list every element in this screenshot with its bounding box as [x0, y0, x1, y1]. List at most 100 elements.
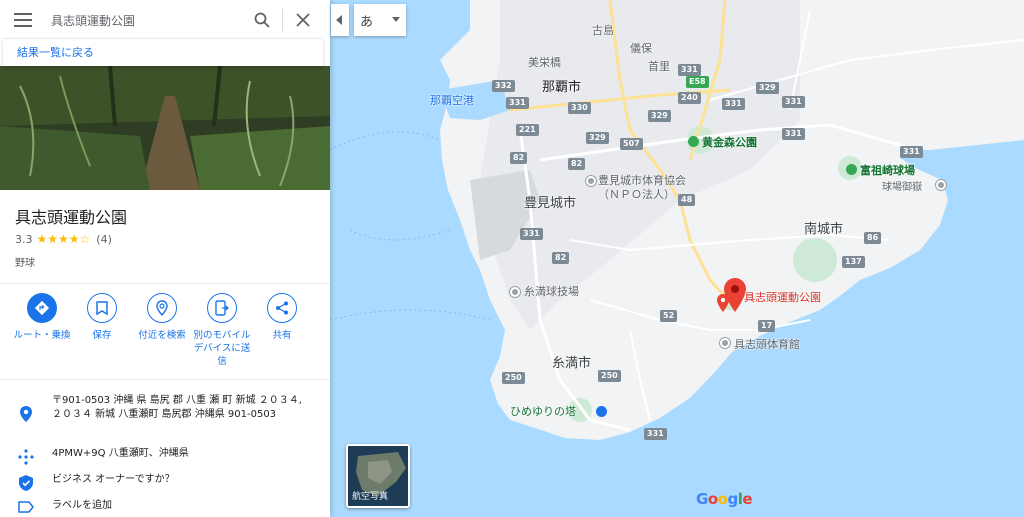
- park-pin-koganemori[interactable]: [688, 136, 699, 147]
- route-shield: 240: [678, 92, 701, 104]
- claim-business-row[interactable]: ビジネス オーナーですか？: [0, 473, 330, 491]
- label-nanjo[interactable]: 南城市: [804, 218, 843, 237]
- poi-pin-himeyuri[interactable]: [596, 406, 607, 417]
- google-logo: Google: [696, 490, 753, 508]
- label-himeyuri[interactable]: ひめゆりの塔: [510, 403, 576, 419]
- poi-pin-itoman-field[interactable]: [510, 287, 520, 297]
- add-label-row[interactable]: ラベルを追加: [0, 499, 330, 513]
- label-koganemori[interactable]: 黄金森公園: [702, 134, 757, 150]
- label-shuri[interactable]: 首里: [648, 58, 670, 74]
- claim-business-text: ビジネス オーナーですか？: [52, 474, 175, 485]
- label-selected-park[interactable]: 具志頭運動公園: [744, 289, 821, 305]
- label-gushikami-gym[interactable]: 具志頭体育館: [734, 336, 800, 352]
- place-category[interactable]: 野球: [15, 254, 35, 269]
- phone-send-icon: [215, 300, 229, 316]
- route-shield: 331: [506, 97, 529, 109]
- label-naha-airport[interactable]: 那覇空港: [430, 92, 474, 108]
- label-furujima[interactable]: 古島: [592, 22, 614, 38]
- send-to-device-button[interactable]: 別のモバイルデバイスに送信: [192, 293, 252, 368]
- hamburger-menu-icon: [14, 13, 32, 27]
- back-to-results-link[interactable]: 結果一覧に戻る: [3, 38, 323, 66]
- label-naha[interactable]: 那覇市: [542, 76, 581, 95]
- collapse-panel-button[interactable]: [331, 4, 349, 36]
- aerial-view-toggle[interactable]: 航空写真: [346, 444, 410, 508]
- route-shield: E58: [686, 76, 709, 88]
- plus-code-row[interactable]: 4PMW+9Q 八重瀬町、沖縄県: [0, 447, 330, 465]
- rating-stars: ★★★★☆: [36, 232, 91, 246]
- poi-pin-gushikami-gym[interactable]: [720, 338, 730, 348]
- label-tomisaki[interactable]: 富祖崎球場: [860, 162, 915, 178]
- route-shield: 330: [568, 102, 591, 114]
- label-mie[interactable]: 美栄橋: [528, 54, 561, 70]
- place-photo[interactable]: [0, 66, 330, 190]
- bookmark-icon: [96, 301, 108, 315]
- route-shield: 332: [492, 80, 515, 92]
- label-itoman-field[interactable]: 糸満球技場: [524, 283, 579, 299]
- label-gym2[interactable]: （ＮＰＯ法人）: [598, 186, 675, 202]
- route-shield: 82: [568, 158, 586, 170]
- maps-app: 那覇市 古島 儀保 首里 美栄橋 那覇空港 黄金森公園 豊見城市体育協会 （ＮＰ…: [0, 0, 1024, 517]
- claim-business-icon-wrap: [0, 473, 52, 491]
- place-photo-image: [0, 66, 330, 190]
- chevron-down-icon: [392, 17, 400, 22]
- route-shield: 329: [756, 82, 779, 94]
- share-icon: [276, 301, 288, 315]
- search-icon: [254, 12, 270, 28]
- route-shield: 82: [510, 152, 528, 164]
- secondary-marker-icon[interactable]: [717, 294, 729, 312]
- nearby-icon-wrap: [147, 293, 177, 323]
- label-gibo[interactable]: 儀保: [630, 40, 652, 56]
- nearby-button[interactable]: 付近を検索: [132, 293, 192, 368]
- poi-pin-field[interactable]: [936, 180, 946, 190]
- label-icon-wrap: [0, 499, 52, 513]
- menu-button[interactable]: [3, 13, 43, 27]
- route-shield: 331: [678, 64, 701, 76]
- route-shield: 82: [552, 252, 570, 264]
- share-label: 共有: [272, 330, 292, 341]
- poi-pin-gym[interactable]: [586, 176, 596, 186]
- park-pin-tomisaki[interactable]: [846, 164, 857, 175]
- send-to-device-label: 別のモバイルデバイスに送信: [193, 330, 251, 367]
- map-canvas[interactable]: 那覇市 古島 儀保 首里 美栄橋 那覇空港 黄金森公園 豊見城市体育協会 （ＮＰ…: [330, 0, 1024, 517]
- save-button[interactable]: 保存: [72, 293, 132, 368]
- aerial-label: 航空写真: [352, 492, 389, 502]
- route-shield: 331: [722, 98, 745, 110]
- rating-row: 3.3 ★★★★☆ (4): [15, 232, 112, 246]
- route-shield: 48: [678, 194, 696, 206]
- plus-code-icon: [18, 449, 34, 465]
- plus-code-icon-wrap: [0, 447, 52, 465]
- search-input[interactable]: 具志頭運動公園: [43, 12, 242, 29]
- map-base: [330, 0, 1024, 517]
- review-count[interactable]: (4): [96, 233, 112, 246]
- label-baseball-field[interactable]: 球場御嶽: [882, 178, 922, 193]
- place-panel: 具志頭運動公園 結果一覧に戻る 具志頭運動公園 3.3 ★★★★☆ (4) 野球…: [0, 0, 330, 517]
- route-shield: 331: [900, 146, 923, 158]
- route-shield: 221: [516, 124, 539, 136]
- route-shield: 86: [864, 232, 882, 244]
- route-shield: 137: [842, 256, 865, 268]
- divider: [0, 283, 330, 284]
- place-title: 具志頭運動公園: [15, 208, 128, 227]
- route-shield: 331: [782, 96, 805, 108]
- route-shield: 331: [520, 228, 543, 240]
- address-text: 〒901-0503 沖縄 県 島尻 郡 八重 瀬 町 新城 ２０３４, ２０３４…: [52, 395, 302, 420]
- route-shield: 250: [598, 370, 621, 382]
- directions-label: ルート・乗換: [13, 330, 71, 341]
- directions-icon: [34, 300, 50, 316]
- search-box: 具志頭運動公園: [3, 2, 323, 38]
- divider: [0, 379, 330, 380]
- route-shield: 329: [648, 110, 671, 122]
- label-itoman[interactable]: 糸満市: [552, 352, 591, 371]
- search-button[interactable]: [242, 12, 282, 28]
- address-row[interactable]: 〒901-0503 沖縄 県 島尻 郡 八重 瀬 町 新城 ２０３４, ２０３４…: [0, 394, 330, 422]
- clear-search-button[interactable]: [283, 13, 323, 27]
- input-tools-button[interactable]: あ: [354, 4, 406, 36]
- nearby-label: 付近を検索: [138, 330, 186, 341]
- route-shield: 52: [660, 310, 678, 322]
- share-icon-wrap: [267, 293, 297, 323]
- route-shield: 329: [586, 132, 609, 144]
- label-tomigusuku[interactable]: 豊見城市: [524, 192, 576, 211]
- share-button[interactable]: 共有: [252, 293, 312, 368]
- location-pin-icon: [20, 406, 32, 422]
- directions-button[interactable]: ルート・乗換: [12, 293, 72, 368]
